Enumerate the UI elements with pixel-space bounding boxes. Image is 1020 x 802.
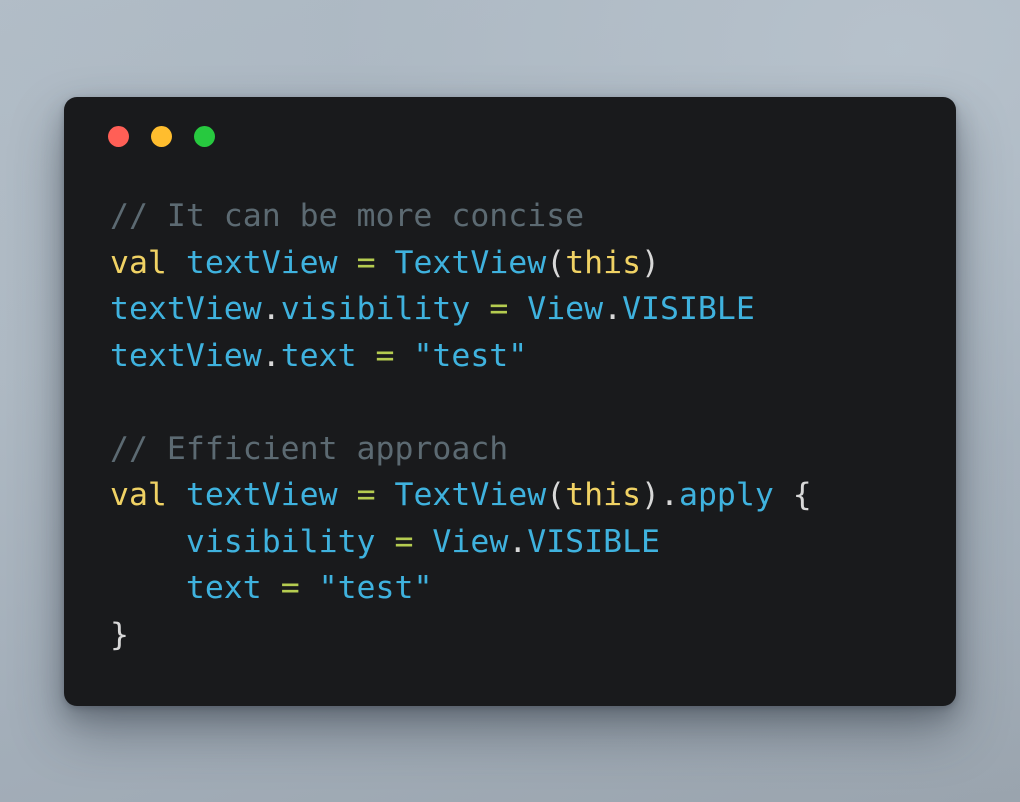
code-line: // Efficient approach xyxy=(110,426,956,473)
code-token-ident: textView xyxy=(110,337,262,374)
code-token-ident: View xyxy=(432,523,509,560)
code-token-keyword: val xyxy=(110,244,167,281)
code-token-ident: textView xyxy=(110,291,262,327)
code-token-punct: . xyxy=(660,477,679,513)
code-token-comment: // It can be more concise xyxy=(110,198,585,234)
code-token-keyword: this xyxy=(565,477,642,513)
code-token-comment: // Efficient approach xyxy=(110,430,509,467)
code-token-ident: VISIBLE xyxy=(622,291,755,327)
code-token-ident: VISIBLE xyxy=(527,523,661,560)
code-line: textView.visibility = View.VISIBLE xyxy=(110,286,956,333)
code-line: textView.text = "test" xyxy=(110,333,956,380)
code-token-ident: apply xyxy=(678,477,774,513)
code-snippet-card: // It can be more concise val textView = … xyxy=(64,97,956,706)
code-token-ident: visibility xyxy=(280,291,471,327)
code-token-op: = xyxy=(356,477,376,513)
code-token-ident: View xyxy=(527,291,604,327)
code-line: } xyxy=(110,612,956,659)
code-token-keyword: val xyxy=(110,477,167,513)
code-line: val textView = TextView(this) xyxy=(110,240,956,287)
minimize-window-icon[interactable] xyxy=(151,126,172,147)
code-token-ident: TextView xyxy=(394,244,547,281)
code-token-punct: ( xyxy=(546,477,566,513)
close-window-icon[interactable] xyxy=(108,126,129,147)
code-token-op: = xyxy=(489,291,509,327)
code-token-op: = xyxy=(280,570,300,606)
code-token-punct: . xyxy=(261,337,281,374)
code-token-ident: TextView xyxy=(394,477,547,513)
code-token-keyword: this xyxy=(565,244,642,281)
code-token-op: = xyxy=(375,337,395,374)
maximize-window-icon[interactable] xyxy=(194,126,215,147)
code-token-ident: textView xyxy=(185,244,338,281)
code-token-op: = xyxy=(356,244,376,281)
code-line: val textView = TextView(this).apply { xyxy=(110,472,956,519)
code-token-string: "test" xyxy=(318,570,433,606)
code-line: text = "test" xyxy=(110,565,956,612)
code-token-punct: ) xyxy=(641,477,661,513)
code-token-string: "test" xyxy=(413,337,528,374)
code-token-op: = xyxy=(394,523,414,560)
code-token-punct: . xyxy=(261,291,281,327)
page-canvas: // It can be more concise val textView = … xyxy=(0,0,1020,802)
code-token-ident: text xyxy=(185,570,262,606)
code-token-punct: } xyxy=(110,616,129,653)
code-token-punct: . xyxy=(508,523,528,560)
code-line: // It can be more concise xyxy=(110,193,956,240)
code-block[interactable]: // It can be more concise val textView = … xyxy=(110,193,956,658)
code-token-punct: { xyxy=(792,477,812,513)
code-token-punct: ( xyxy=(546,244,566,281)
window-controls xyxy=(108,126,215,147)
code-line: visibility = View.VISIBLE xyxy=(110,519,956,566)
code-token-ident: textView xyxy=(185,477,338,513)
code-token-ident: visibility xyxy=(185,523,376,560)
code-token-punct: . xyxy=(603,291,623,327)
code-token-ident: text xyxy=(280,337,357,374)
code-token-punct: ) xyxy=(641,244,661,281)
